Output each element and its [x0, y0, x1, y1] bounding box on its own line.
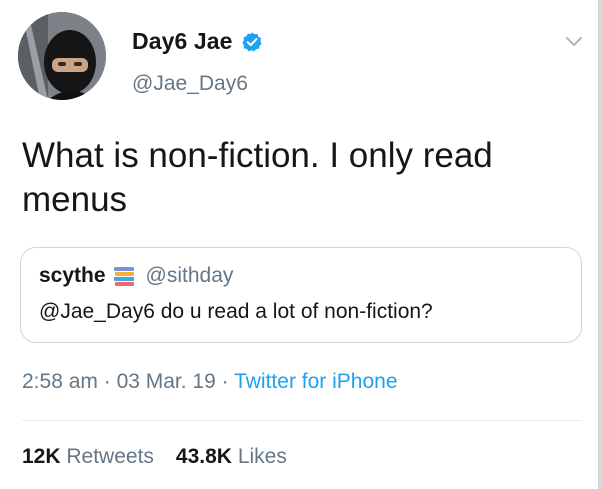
- tweet-time[interactable]: 2:58 am: [22, 370, 98, 393]
- meta-separator: ·: [215, 370, 235, 393]
- author-handle[interactable]: @Jae_Day6: [132, 72, 248, 96]
- meta-separator: ·: [97, 370, 117, 393]
- quoted-tweet-header: scythe @sithday: [39, 264, 233, 288]
- likes-label: Likes: [237, 445, 287, 468]
- tweet-source-link[interactable]: Twitter for iPhone: [234, 370, 397, 393]
- quoted-tweet-card[interactable]: scythe @sithday @Jae_Day6 do u read a lo…: [20, 247, 582, 343]
- display-name[interactable]: Day6 Jae: [132, 28, 233, 55]
- books-icon: [113, 267, 134, 286]
- retweets-label: Retweets: [66, 445, 154, 468]
- divider: [22, 420, 582, 421]
- quoted-tweet-text: @Jae_Day6 do u read a lot of non-fiction…: [39, 300, 433, 323]
- retweets-count: 12K: [22, 445, 61, 468]
- scrollbar-track: [598, 0, 602, 489]
- author-name-row[interactable]: Day6 Jae: [132, 28, 263, 55]
- tweet-date[interactable]: 03 Mar. 19: [117, 370, 216, 393]
- likes-stat[interactable]: 43.8K Likes: [176, 445, 287, 468]
- quoted-display-name: scythe: [39, 264, 106, 287]
- avatar-image: [18, 12, 106, 100]
- chevron-down-icon[interactable]: [563, 30, 585, 52]
- retweets-stat[interactable]: 12K Retweets: [22, 445, 154, 468]
- tweet-text: What is non-fiction. I only read menus: [22, 136, 493, 219]
- tweet-stats: 12K Retweets 43.8K Likes: [22, 445, 287, 469]
- verified-badge-icon: [241, 31, 262, 51]
- likes-count: 43.8K: [175, 445, 232, 468]
- avatar[interactable]: [18, 12, 106, 100]
- quoted-handle: @sithday: [145, 264, 234, 287]
- tweet-meta: 2:58 am · 03 Mar. 19 · Twitter for iPhon…: [22, 370, 398, 394]
